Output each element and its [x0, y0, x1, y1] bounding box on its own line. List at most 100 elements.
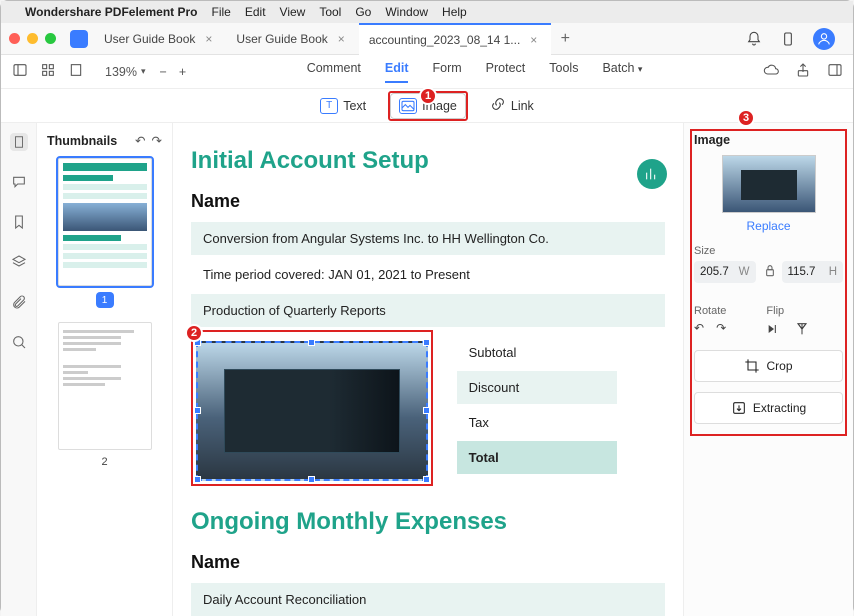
- width-unit: W: [739, 266, 750, 278]
- menu-tool[interactable]: Tool: [319, 5, 341, 19]
- aspect-lock-icon[interactable]: [762, 263, 776, 282]
- width-input[interactable]: 205.7 W: [694, 261, 756, 283]
- document-view[interactable]: Initial Account Setup Name Conversion fr…: [173, 123, 683, 616]
- chart-fab-icon[interactable]: [637, 159, 667, 189]
- panel-title: Image: [694, 133, 843, 147]
- crop-button[interactable]: Crop: [694, 350, 843, 382]
- menu-edit[interactable]: Edit: [245, 5, 266, 19]
- tab-user-guide-2[interactable]: User Guide Book ×: [226, 23, 358, 55]
- thumbnail-page-2[interactable]: 2: [43, 322, 166, 468]
- table-row[interactable]: Daily Account Reconciliation: [191, 583, 665, 616]
- thumbnails-rail-icon[interactable]: [10, 133, 28, 151]
- comments-rail-icon[interactable]: [10, 173, 28, 191]
- left-rail: [1, 123, 37, 616]
- menu-tools[interactable]: Tools: [549, 61, 578, 83]
- fullscreen-window-button[interactable]: [45, 33, 56, 44]
- minimize-window-button[interactable]: [27, 33, 38, 44]
- search-rail-icon[interactable]: [10, 333, 28, 351]
- table-row[interactable]: Time period covered: JAN 01, 2021 to Pre…: [191, 258, 665, 291]
- selected-image[interactable]: [196, 341, 428, 481]
- link-label: Link: [511, 99, 534, 113]
- table-row[interactable]: Conversion from Angular Systems Inc. to …: [191, 222, 665, 255]
- resize-handle[interactable]: [423, 339, 430, 346]
- extract-label: Extracting: [753, 401, 806, 415]
- tab-title: User Guide Book: [236, 32, 327, 46]
- heading-initial-setup: Initial Account Setup: [191, 147, 665, 175]
- add-text-tool[interactable]: T Text: [312, 94, 374, 118]
- height-value: 115.7: [788, 266, 816, 278]
- menu-form[interactable]: Form: [432, 61, 461, 83]
- menu-view[interactable]: View: [280, 5, 306, 19]
- window-controls: [9, 33, 56, 44]
- tax-row[interactable]: Tax: [457, 406, 617, 439]
- tab-user-guide-1[interactable]: User Guide Book ×: [94, 23, 226, 55]
- close-tab-icon[interactable]: ×: [338, 32, 345, 46]
- close-tab-icon[interactable]: ×: [205, 32, 212, 46]
- resize-handle[interactable]: [194, 476, 201, 483]
- menu-comment[interactable]: Comment: [307, 61, 361, 83]
- resize-handle[interactable]: [423, 407, 430, 414]
- main-area: Thumbnails ↶ ↷ 1: [1, 123, 853, 616]
- app-name[interactable]: Wondershare PDFelement Pro: [25, 5, 198, 19]
- menu-batch[interactable]: Batch ▾: [602, 61, 642, 83]
- image-properties-panel: Image Replace Size 205.7 W 115.7 H Rotat…: [683, 123, 853, 616]
- close-window-button[interactable]: [9, 33, 20, 44]
- rotate-right-icon[interactable]: ↷: [716, 321, 726, 335]
- menu-edit-main[interactable]: Edit: [385, 61, 409, 83]
- menu-go[interactable]: Go: [355, 5, 371, 19]
- total-row[interactable]: Total: [457, 441, 617, 474]
- resize-handle[interactable]: [308, 339, 315, 346]
- flip-horizontal-icon[interactable]: [766, 321, 782, 340]
- zoom-value[interactable]: 139%: [105, 65, 137, 79]
- extract-button[interactable]: Extracting: [694, 392, 843, 424]
- totals-column: Subtotal Discount Tax Total: [457, 336, 617, 476]
- add-link-tool[interactable]: Link: [482, 92, 542, 119]
- menu-file[interactable]: File: [212, 5, 231, 19]
- share-icon[interactable]: [795, 62, 811, 81]
- rotate-label: Rotate: [694, 305, 726, 317]
- page-view-icon[interactable]: [67, 62, 85, 81]
- height-input[interactable]: 115.7 H: [782, 261, 844, 283]
- tab-title: accounting_2023_08_14 1...: [369, 33, 520, 47]
- discount-row[interactable]: Discount: [457, 371, 617, 404]
- menu-protect[interactable]: Protect: [486, 61, 526, 83]
- close-tab-icon[interactable]: ×: [530, 33, 537, 47]
- replace-image-button[interactable]: Replace: [694, 219, 843, 233]
- document-tabs: User Guide Book × User Guide Book × acco…: [70, 23, 745, 55]
- zoom-in-button[interactable]: +: [179, 65, 186, 79]
- tab-accounting[interactable]: accounting_2023_08_14 1... ×: [359, 23, 551, 55]
- bookmarks-rail-icon[interactable]: [10, 213, 28, 231]
- rotate-left-icon[interactable]: ↶: [694, 321, 704, 335]
- menu-help[interactable]: Help: [442, 5, 467, 19]
- callout-badge-3: 3: [737, 109, 755, 127]
- new-tab-button[interactable]: +: [551, 30, 579, 48]
- crop-label: Crop: [766, 359, 792, 373]
- rotate-ccw-icon[interactable]: ↶: [135, 133, 145, 148]
- zoom-dropdown-icon[interactable]: ▾: [141, 66, 146, 77]
- size-label: Size: [694, 245, 843, 257]
- main-toolbar: 139% ▾ − + Comment Edit Form Protect Too…: [1, 55, 853, 89]
- resize-handle[interactable]: [194, 407, 201, 414]
- text-icon: T: [320, 98, 338, 114]
- resize-handle[interactable]: [308, 476, 315, 483]
- grid-view-icon[interactable]: [39, 62, 57, 81]
- cloud-icon[interactable]: [763, 62, 779, 81]
- rotate-cw-icon[interactable]: ↷: [152, 133, 162, 148]
- bell-icon[interactable]: [745, 30, 763, 48]
- attachments-rail-icon[interactable]: [10, 293, 28, 311]
- panel-toggle-icon[interactable]: [827, 62, 843, 81]
- table-row[interactable]: Production of Quarterly Reports: [191, 294, 665, 327]
- name-heading-2: Name: [191, 552, 665, 573]
- flip-vertical-icon[interactable]: [794, 321, 810, 340]
- zoom-out-button[interactable]: −: [160, 65, 167, 79]
- resize-handle[interactable]: [423, 476, 430, 483]
- user-avatar[interactable]: [813, 28, 835, 50]
- thumbnail-page-1[interactable]: 1: [43, 158, 166, 308]
- thumbnail-page-number: 2: [101, 456, 107, 468]
- sidebar-toggle-icon[interactable]: [11, 62, 29, 81]
- menu-batch-label: Batch: [602, 61, 634, 75]
- menu-window[interactable]: Window: [385, 5, 428, 19]
- subtotal-row[interactable]: Subtotal: [457, 336, 617, 369]
- layers-rail-icon[interactable]: [10, 253, 28, 271]
- device-icon[interactable]: [779, 30, 797, 48]
